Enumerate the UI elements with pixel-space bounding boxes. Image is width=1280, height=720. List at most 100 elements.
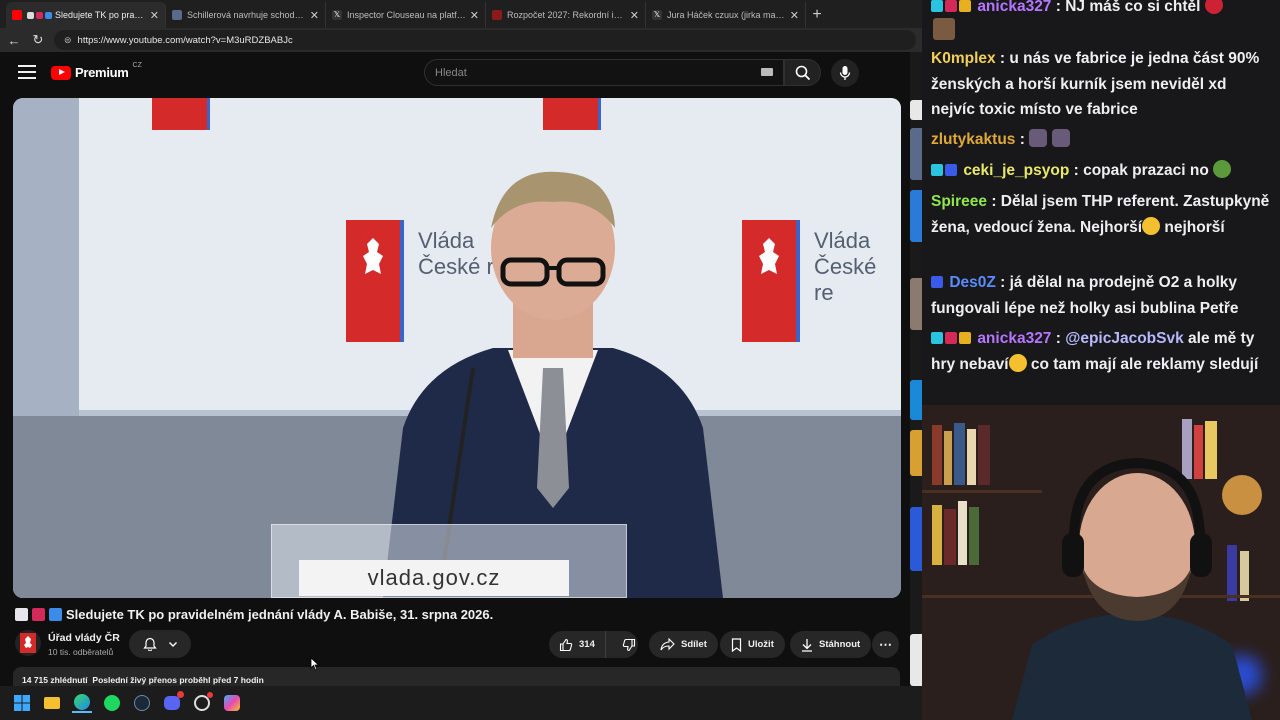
voice-search-button[interactable] [831,59,859,87]
dislike-button[interactable] [612,631,646,658]
search-icon [795,65,810,80]
chat-text: NJ máš co si chtěl [1065,0,1201,15]
save-label: Uložit [748,639,774,650]
keyboard-icon[interactable] [761,68,773,76]
channel-avatar[interactable] [15,630,41,656]
browser-tab-3[interactable]: 𝕏 Inspector Clouseau na platformě ✕ [326,2,486,28]
wall-text-line-2: České re [814,254,877,305]
tab-title: Sledujete TK po pravidelném [55,10,146,20]
czech-emblem-icon [742,220,800,342]
close-tab-icon[interactable]: ✕ [150,9,159,22]
badge-icon [931,164,943,176]
back-arrow-icon[interactable]: ← [6,32,22,48]
search-placeholder: Hledat [435,66,467,79]
close-tab-icon[interactable]: ✕ [630,9,639,22]
chat-username[interactable]: anicka327 [977,330,1051,347]
chat-message: Spireee : Dělal jsem THP referent. Zastu… [931,193,1270,236]
person-emote-icon [1029,129,1048,147]
white-square-icon [15,608,28,621]
like-count: 314 [579,639,595,650]
close-tab-icon[interactable]: ✕ [470,9,479,22]
browser-tab-bar: Sledujete TK po pravidelném ✕ Schillerov… [0,0,922,28]
mouse-cursor-icon [310,657,320,671]
chat-username[interactable]: Des0Z [949,274,996,291]
browser-tab-5[interactable]: 𝕏 Jura Háček czuux (jirka maso :) na ✕ [646,2,806,28]
tab-title: Rozpočet 2027: Rekordní investice [507,10,626,20]
badge-icon [945,0,957,12]
tab-title: Schillerová navrhuje schodek r [187,10,306,20]
youtube-premium-logo[interactable]: Premium CZ [51,62,142,80]
like-button[interactable]: 314 [549,631,606,658]
chat-username[interactable]: Spireee [931,193,987,210]
x-logo-icon: 𝕏 [332,10,342,20]
page-favicon-icon [172,10,182,20]
badge-icon [931,332,943,344]
blue-square-icon [49,608,62,621]
menu-icon[interactable] [18,65,36,79]
address-bar: ← ↻ ⊜ https://www.youtube.com/watch?v=M3… [0,28,922,52]
laughing-emoji-icon [1008,353,1027,372]
app-icon[interactable] [192,692,213,713]
close-tab-icon[interactable]: ✕ [310,9,319,22]
channel-name[interactable]: Úřad vlády ČR [48,632,120,644]
chat-username[interactable]: zlutykaktus [931,131,1015,148]
search-input[interactable]: Hledat [424,59,784,86]
badge-icon [931,0,943,12]
thumbs-up-icon [559,638,573,651]
chat-username[interactable]: K0mplex [931,50,996,67]
youtube-favicon-icon [12,10,22,20]
x-logo-icon: 𝕏 [652,10,662,20]
file-explorer-icon[interactable] [42,693,62,713]
share-label: Sdílet [681,639,707,650]
chat-message: ceki_je_psyop : copak prazaci no [931,158,1273,184]
reload-icon[interactable]: ↻ [30,32,46,48]
chat-text: copak prazaci no [1083,162,1209,179]
chat-message: zlutykaktus : [931,127,1273,153]
spotify-icon[interactable] [102,693,122,713]
notification-button[interactable] [129,630,191,658]
edge-browser-icon[interactable] [72,693,92,713]
windows-start-icon[interactable] [12,693,32,713]
chat-username[interactable]: ceki_je_psyop [963,162,1069,179]
laughing-emoji-icon [1142,216,1161,235]
chat-message: Des0Z : já dělal na prodejně O2 a holky … [931,274,1239,317]
copilot-icon[interactable] [222,693,242,713]
streamer-figure [1012,457,1252,720]
share-button[interactable]: Sdílet [649,631,718,658]
logo-text: Premium [75,65,129,80]
steam-icon[interactable] [132,693,152,713]
microphone-icon [839,66,851,80]
browser-tab-4[interactable]: Rozpočet 2027: Rekordní investice ✕ [486,2,646,28]
url-text: https://www.youtube.com/watch?v=M3uRDZBA… [77,34,293,46]
download-button[interactable]: Stáhnout [790,631,872,658]
url-field[interactable]: ⊜ https://www.youtube.com/watch?v=M3uRDZ… [54,30,916,50]
share-icon [660,638,675,651]
description-box[interactable]: 14 715 zhlédnutí Poslední živý přenos pr… [13,667,900,687]
chat-message: anicka327 : @epicJacobSvk ale mě ty hry … [931,330,1259,373]
view-count: 14 715 zhlédnutí [22,675,88,685]
related-sidebar-edge [910,52,922,686]
badge-icon [931,276,943,288]
streamer-webcam [922,405,1280,720]
download-label: Stáhnout [819,639,861,650]
search-button[interactable] [784,59,821,86]
czech-emblem-icon [20,633,36,653]
chat-mention[interactable]: @epicJacobSvk [1065,330,1184,347]
discord-icon[interactable] [162,691,184,713]
thumbs-down-icon [622,638,635,651]
video-player[interactable]: Vláda České r Vláda České re vlada.gov.c… [13,98,901,598]
chat-username[interactable]: anicka327 [977,0,1051,15]
save-button[interactable]: Uložit [720,631,785,658]
video-title-text: Sledujete TK po pravidelném jednání vlád… [66,607,494,622]
live-info: Poslední živý přenos proběhl před 7 hodi… [92,675,264,685]
browser-tab-youtube[interactable]: Sledujete TK po pravidelném ✕ [6,2,166,28]
chevron-down-icon [168,642,177,647]
browser-tab-2[interactable]: Schillerová navrhuje schodek r ✕ [166,2,326,28]
video-title: Sledujete TK po pravidelném jednání vlád… [15,607,493,622]
more-dots-icon: ⋯ [879,636,892,652]
close-tab-icon[interactable]: ✕ [790,9,799,22]
site-info-icon[interactable]: ⊜ [64,35,72,46]
more-actions-button[interactable]: ⋯ [872,631,899,658]
pepe-emote-icon [1213,160,1232,178]
new-tab-icon[interactable]: + [806,2,828,28]
